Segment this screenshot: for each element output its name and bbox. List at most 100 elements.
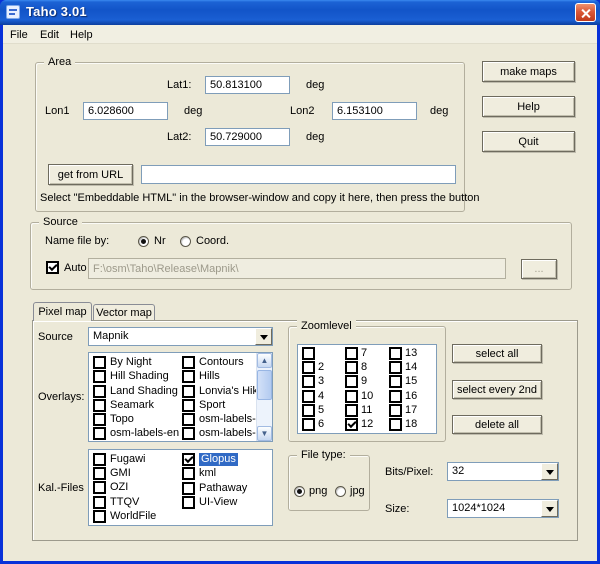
kal-item[interactable]: TTQV xyxy=(110,496,139,509)
delete-all-button[interactable]: delete all xyxy=(452,415,542,434)
kal-item[interactable]: Fugawi xyxy=(110,453,145,466)
menu-file[interactable]: File xyxy=(6,28,32,42)
zoom-checkbox[interactable] xyxy=(389,404,402,417)
zoom-checkbox[interactable] xyxy=(345,375,358,388)
help-button[interactable]: Help xyxy=(482,96,575,117)
overlay-checkbox[interactable] xyxy=(93,427,106,440)
lat1-input[interactable] xyxy=(205,76,290,94)
size-select[interactable]: 1024*1024 xyxy=(447,499,559,518)
overlay-checkbox[interactable] xyxy=(182,413,195,426)
overlay-checkbox[interactable] xyxy=(182,356,195,369)
kal-item-glopus[interactable]: Glopus xyxy=(199,453,238,466)
lon1-input[interactable] xyxy=(83,102,168,120)
overlay-checkbox[interactable] xyxy=(93,385,106,398)
name-by-nr-label[interactable]: Nr xyxy=(154,235,166,248)
overlay-item[interactable]: Topo xyxy=(110,413,134,426)
lat2-input[interactable] xyxy=(205,128,290,146)
name-by-coord-label[interactable]: Coord. xyxy=(196,235,229,248)
zoom-checkbox[interactable] xyxy=(302,375,315,388)
zoom-item[interactable]: 16 xyxy=(405,390,417,403)
kal-item[interactable]: UI-View xyxy=(199,496,237,509)
scroll-down-icon[interactable]: ▼ xyxy=(257,426,272,441)
zoom-item[interactable]: 14 xyxy=(405,361,417,374)
kal-checkbox[interactable] xyxy=(93,510,106,523)
name-by-nr-radio[interactable] xyxy=(138,236,149,247)
zoom-checkbox[interactable] xyxy=(302,361,315,374)
chevron-down-icon[interactable] xyxy=(255,328,272,345)
zoom-checkbox[interactable] xyxy=(345,361,358,374)
zoom-item[interactable]: 4 xyxy=(318,390,324,403)
jpg-radio[interactable] xyxy=(335,486,346,497)
zoom-checkbox[interactable] xyxy=(389,418,402,431)
zoom-item[interactable]: 9 xyxy=(361,375,367,388)
scroll-up-icon[interactable]: ▲ xyxy=(257,353,272,368)
overlay-checkbox[interactable] xyxy=(93,356,106,369)
chevron-down-icon[interactable] xyxy=(541,463,558,480)
png-radio[interactable] xyxy=(294,486,305,497)
kal-item[interactable]: OZI xyxy=(110,481,128,494)
zoom-checkbox[interactable] xyxy=(302,347,315,360)
zoom-checkbox[interactable] xyxy=(389,361,402,374)
overlay-item[interactable]: osm-labels-en xyxy=(110,427,179,440)
zoom-checkbox[interactable] xyxy=(302,418,315,431)
overlay-item[interactable]: Hills xyxy=(199,370,220,383)
url-input[interactable] xyxy=(141,165,456,184)
menu-help[interactable]: Help xyxy=(66,28,97,42)
titlebar[interactable]: Taho 3.01 xyxy=(0,0,600,25)
scrollbar-thumb[interactable] xyxy=(257,370,272,400)
kal-checkbox[interactable] xyxy=(93,467,106,480)
get-from-url-button[interactable]: get from URL xyxy=(48,164,133,185)
overlay-item[interactable]: Sport xyxy=(199,399,225,412)
kal-checkbox[interactable] xyxy=(93,496,106,509)
zoom-item[interactable]: 7 xyxy=(361,347,367,360)
chevron-down-icon[interactable] xyxy=(541,500,558,517)
zoom-item[interactable]: 10 xyxy=(361,390,373,403)
zoom-checkbox[interactable] xyxy=(389,347,402,360)
overlay-checkbox[interactable] xyxy=(93,370,106,383)
overlays-scrollbar[interactable]: ▲ ▼ xyxy=(256,353,272,441)
kal-checkbox[interactable] xyxy=(93,481,106,494)
auto-label[interactable]: Auto xyxy=(64,262,87,275)
zoom-item[interactable]: 3 xyxy=(318,375,324,388)
zoom-item[interactable]: 12 xyxy=(361,418,373,431)
zoom-item[interactable]: 15 xyxy=(405,375,417,388)
kal-checkbox[interactable] xyxy=(182,496,195,509)
zoom-checkbox-12[interactable] xyxy=(345,418,358,431)
tab-vector-map[interactable]: Vector map xyxy=(93,304,155,321)
zoom-item[interactable]: 8 xyxy=(361,361,367,374)
zoom-checkbox[interactable] xyxy=(389,375,402,388)
zoom-item[interactable]: 18 xyxy=(405,418,417,431)
quit-button[interactable]: Quit xyxy=(482,131,575,152)
zoom-checkbox[interactable] xyxy=(345,390,358,403)
name-by-coord-radio[interactable] xyxy=(180,236,191,247)
jpg-label[interactable]: jpg xyxy=(350,485,365,498)
overlay-checkbox[interactable] xyxy=(182,370,195,383)
bits-pixel-select[interactable]: 32 xyxy=(447,462,559,481)
kal-checkbox-glopus[interactable] xyxy=(182,453,195,466)
kal-item[interactable]: Pathaway xyxy=(199,482,247,495)
overlay-item[interactable]: By Night xyxy=(110,356,152,369)
zoom-checkbox[interactable] xyxy=(302,390,315,403)
zoom-item[interactable]: 6 xyxy=(318,418,324,431)
kal-item[interactable]: kml xyxy=(199,467,216,480)
overlay-item[interactable]: Land Shading xyxy=(110,385,178,398)
zoom-item[interactable]: 17 xyxy=(405,404,417,417)
png-label[interactable]: png xyxy=(309,485,327,498)
overlay-checkbox[interactable] xyxy=(182,399,195,412)
zoom-item[interactable]: 11 xyxy=(361,404,372,417)
menu-edit[interactable]: Edit xyxy=(36,28,63,42)
overlay-item[interactable]: Seamark xyxy=(110,399,154,412)
kal-item[interactable]: GMI xyxy=(110,467,131,480)
overlay-item[interactable]: Contours xyxy=(199,356,244,369)
select-all-button[interactable]: select all xyxy=(452,344,542,363)
tab-pixel-map[interactable]: Pixel map xyxy=(33,302,92,321)
zoom-checkbox[interactable] xyxy=(345,347,358,360)
overlay-item[interactable]: Hill Shading xyxy=(110,370,169,383)
tile-source-select[interactable]: Mapnik xyxy=(88,327,273,346)
zoom-checkbox[interactable] xyxy=(302,404,315,417)
overlay-item[interactable]: osm-labels-fr xyxy=(199,427,263,440)
zoom-checkbox[interactable] xyxy=(389,390,402,403)
close-button[interactable] xyxy=(575,3,596,22)
overlay-checkbox[interactable] xyxy=(182,427,195,440)
kal-checkbox[interactable] xyxy=(93,453,106,466)
